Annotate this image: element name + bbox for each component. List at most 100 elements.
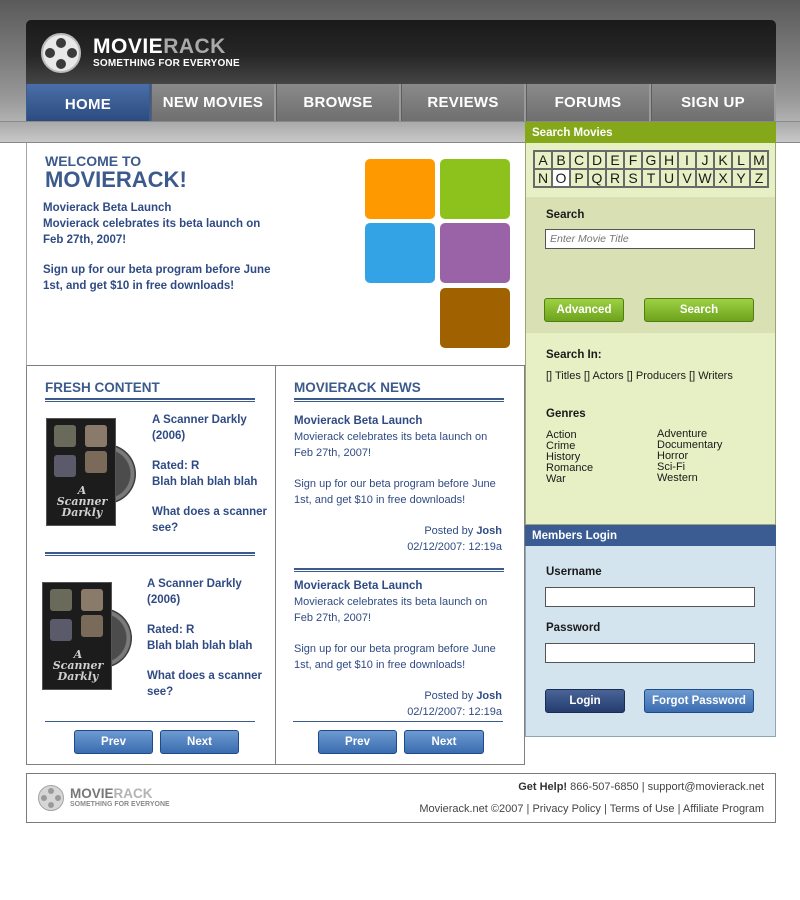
letter-q[interactable]: Q [588,169,606,187]
logo-word-a: MOVIE [93,35,164,58]
news-item-title[interactable]: Movierack Beta Launch [294,413,504,429]
news-column: MOVIERACK NEWS Movierack Beta Launch Mov… [275,366,525,765]
footer-contact: Get Help! 866-507-6850 | support@moviera… [518,781,764,793]
letter-u[interactable]: U [660,169,678,187]
nav-label: HOME [64,96,112,113]
letter-z[interactable]: Z [750,169,768,187]
movie-cover[interactable]: A Scanner Darkly [46,418,136,526]
movie-description: Blah blah blah blah [147,639,253,652]
news-item-body: Sign up for our beta program before June… [294,478,496,506]
letter-m[interactable]: M [750,151,768,169]
letter-f[interactable]: F [624,151,642,169]
login-header: Members Login [525,525,776,546]
news-item-body: Movierack celebrates its beta launch on … [294,431,488,459]
search-in-options[interactable]: [] Titles [] Actors [] Producers [] Writ… [546,370,733,382]
posted-by-label: Posted by [424,525,474,537]
letter-j[interactable]: J [696,151,714,169]
genre-item[interactable]: Western [657,473,722,484]
news-author[interactable]: Josh [476,525,502,537]
nav-label: REVIEWS [427,94,499,111]
letter-e[interactable]: E [606,151,624,169]
logo-word-b: RACK [163,35,226,58]
movie-tagline: What does a scanner see? [152,506,268,534]
copyright: Movierack.net ©2007 [419,803,524,815]
color-tile-purple [440,223,510,283]
nav-browse[interactable]: BROWSE [276,84,401,121]
movie-title-search-input[interactable] [545,229,755,249]
letter-d[interactable]: D [588,151,606,169]
search-buttons-box: Advanced Search [525,289,776,334]
username-label: Username [546,566,602,578]
genres-box: Genres Action Crime History Romance War Adve… [525,401,776,525]
letter-c[interactable]: C [570,151,588,169]
letter-s[interactable]: S [624,169,642,187]
letter-o[interactable]: O [552,169,570,187]
letter-l[interactable]: L [732,151,750,169]
footer-logo-wordmark[interactable]: MOVIERACK [70,786,153,801]
help-email[interactable]: support@movierack.net [648,781,764,793]
letter-k[interactable]: K [714,151,732,169]
dvd-case: A Scanner Darkly [46,418,116,526]
nav-new-movies[interactable]: NEW MOVIES [151,84,276,121]
logo-wordmark[interactable]: MOVIERACK [93,35,226,59]
terms-of-use-link[interactable]: Terms of Use [610,803,675,815]
password-field[interactable] [545,643,755,663]
letter-a[interactable]: A [534,151,552,169]
letter-y[interactable]: Y [732,169,750,187]
nav-sign-up[interactable]: SIGN UP [651,84,776,121]
letter-n[interactable]: N [534,169,552,187]
movie-cover[interactable]: A Scanner Darkly [42,582,132,690]
affiliate-program-link[interactable]: Affiliate Program [683,803,764,815]
forgot-password-button[interactable]: Forgot Password [644,689,754,713]
letter-v[interactable]: V [678,169,696,187]
privacy-policy-link[interactable]: Privacy Policy [532,803,600,815]
news-item-title[interactable]: Movierack Beta Launch [294,578,504,594]
letter-g[interactable]: G [642,151,660,169]
color-tile-brown [440,288,510,348]
next-button[interactable]: Next [160,730,239,754]
genre-item[interactable]: War [546,474,593,485]
movie-tagline: What does a scanner see? [147,670,263,698]
advanced-search-button[interactable]: Advanced [544,298,624,322]
letter-i[interactable]: I [678,151,696,169]
letter-x[interactable]: X [714,169,732,187]
letter-p[interactable]: P [570,169,588,187]
alphabet-index: ABCDEFGHIJKLM NOPQRSTUVWXYZ [533,150,769,188]
next-button[interactable]: Next [404,730,484,754]
fresh-content-title: FRESH CONTENT [45,380,160,395]
dvd-case: A Scanner Darkly [42,582,112,690]
search-button[interactable]: Search [644,298,754,322]
cover-title: A Scanner Darkly [52,648,104,683]
nav-home[interactable]: HOME [26,84,151,121]
footer-logo-word-a: MOVIE [70,786,114,801]
nav-reviews[interactable]: REVIEWS [401,84,526,121]
genres-list-left: Action Crime History Romance War [546,430,593,485]
fresh-content-column: FRESH CONTENT A Scanner Darkly A Scanner… [26,366,276,765]
username-field[interactable] [545,587,755,607]
prev-button[interactable]: Prev [318,730,397,754]
posted-by-label: Posted by [424,690,474,702]
footer-tagline: SOMETHING FOR EVERYONE [70,801,170,808]
genres-label: Genres [546,408,586,420]
prev-button[interactable]: Prev [74,730,153,754]
letter-t[interactable]: T [642,169,660,187]
news-item-body: Sign up for our beta program before June… [294,643,496,671]
search-in-label: Search In: [546,349,602,361]
movie-info: A Scanner Darkly (2006) Rated: R Blah bla… [152,413,272,551]
login-button[interactable]: Login [545,689,625,713]
movie-title[interactable]: A Scanner Darkly (2006) [147,577,267,608]
search-box: Search [525,197,776,290]
letter-h[interactable]: H [660,151,678,169]
movie-title[interactable]: A Scanner Darkly (2006) [152,413,272,444]
color-tile-green [440,159,510,219]
nav-forums[interactable]: FORUMS [526,84,651,121]
divider [45,721,255,722]
letter-b[interactable]: B [552,151,570,169]
letter-r[interactable]: R [606,169,624,187]
nav-label: NEW MOVIES [162,94,264,111]
welcome-line-3: Sign up for our beta program before June… [43,264,271,292]
help-phone: 866-507-6850 [570,781,639,793]
welcome-text: Movierack Beta Launch Movierack celebrate… [43,200,283,308]
letter-w[interactable]: W [696,169,714,187]
news-author[interactable]: Josh [476,690,502,702]
